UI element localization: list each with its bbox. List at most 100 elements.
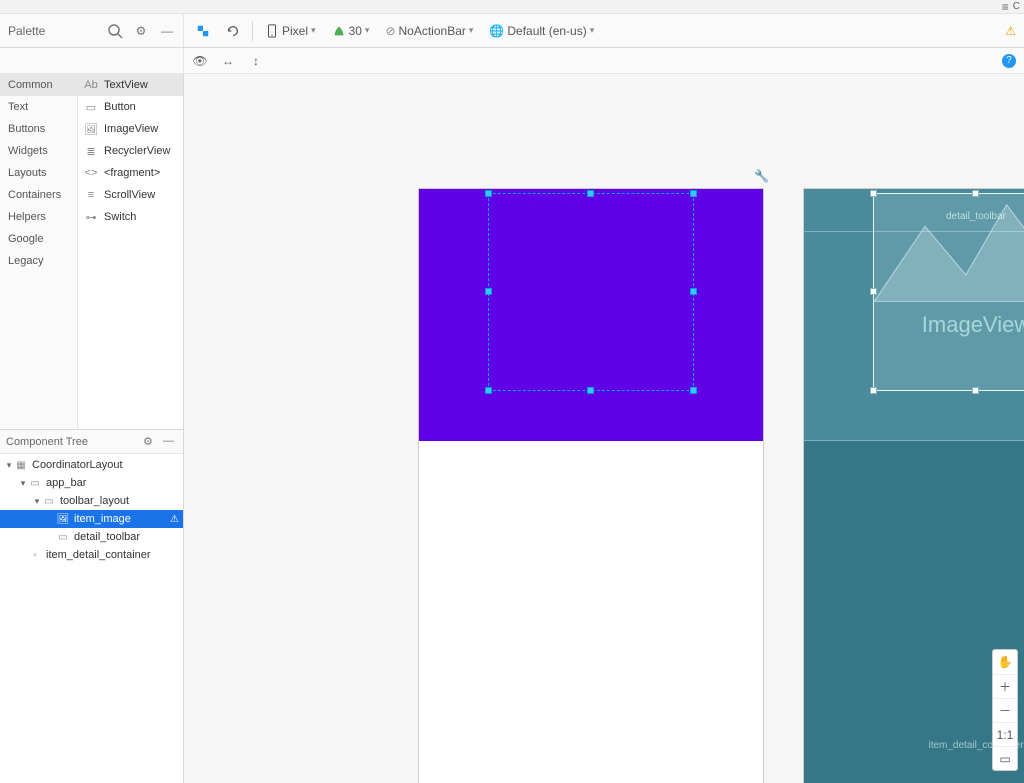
frame-icon: ▫ bbox=[28, 548, 42, 562]
palette-title: Palette bbox=[8, 24, 97, 38]
palette-panel: CommonTextButtonsWidgetsLayoutsContainer… bbox=[0, 74, 183, 430]
theme-label: NoActionBar bbox=[399, 24, 466, 38]
locale-label: Default (en-us) bbox=[507, 24, 586, 38]
palette-category-text[interactable]: Text bbox=[0, 96, 77, 118]
img-icon: 🖼 bbox=[84, 122, 98, 136]
resize-handle[interactable] bbox=[690, 387, 697, 394]
gear-icon[interactable]: ⚙ bbox=[133, 23, 149, 39]
tree-title: Component Tree bbox=[6, 436, 88, 448]
view-options-bar: 👁 ↔ ↕ ? bbox=[0, 48, 1024, 74]
palette-item-textview[interactable]: AbTextView bbox=[78, 74, 183, 96]
resize-handle[interactable] bbox=[972, 387, 979, 394]
blueprint-selection[interactable]: ImageView bbox=[873, 193, 1024, 391]
appbar-region[interactable] bbox=[419, 189, 763, 441]
design-canvas[interactable]: detail_toolbar ImageView bbox=[184, 74, 1024, 783]
resize-handle[interactable] bbox=[485, 190, 492, 197]
device-picker[interactable]: Pixel ▾ bbox=[261, 22, 320, 40]
palette-category-containers[interactable]: Containers bbox=[0, 184, 77, 206]
blueprint-surface[interactable]: detail_toolbar ImageView bbox=[804, 189, 1024, 783]
switch-icon: ⊶ bbox=[84, 210, 98, 224]
palette-item-label: RecyclerView bbox=[104, 145, 170, 157]
tree-node-label: CoordinatorLayout bbox=[32, 459, 123, 471]
resize-handle[interactable] bbox=[870, 288, 877, 295]
selection-item-image[interactable] bbox=[488, 193, 694, 391]
palette-item-imageview[interactable]: 🖼 ImageView bbox=[78, 118, 183, 140]
expand-arrow-icon[interactable]: ▾ bbox=[32, 496, 42, 507]
toolbar-icon: ▭ bbox=[42, 494, 56, 508]
collapse-icon[interactable]: — bbox=[163, 435, 177, 449]
palette-category-layouts[interactable]: Layouts bbox=[0, 162, 77, 184]
list-icon: ≣ bbox=[84, 144, 98, 158]
tree-node-detail_toolbar[interactable]: ▭detail_toolbar bbox=[0, 528, 183, 546]
palette-category-buttons[interactable]: Buttons bbox=[0, 118, 77, 140]
palette-categories: CommonTextButtonsWidgetsLayoutsContainer… bbox=[0, 74, 78, 429]
separator bbox=[252, 21, 253, 41]
palette-category-helpers[interactable]: Helpers bbox=[0, 206, 77, 228]
palette-item-label: ImageView bbox=[104, 123, 158, 135]
pan-icon[interactable]: ✋ bbox=[993, 650, 1017, 674]
palette-item-fragment[interactable]: <><fragment> bbox=[78, 162, 183, 184]
palette-category-legacy[interactable]: Legacy bbox=[0, 250, 77, 272]
resize-handle[interactable] bbox=[485, 288, 492, 295]
resize-handle[interactable] bbox=[870, 387, 877, 394]
imageview-label: ImageView bbox=[874, 312, 1024, 338]
warning-icon[interactable]: ⚠ bbox=[170, 514, 179, 525]
resize-handle[interactable] bbox=[690, 190, 697, 197]
globe-icon: 🌐 bbox=[489, 24, 504, 38]
resize-handle[interactable] bbox=[690, 288, 697, 295]
component-tree-header: Component Tree ⚙ — bbox=[0, 430, 183, 454]
zoom-1to1-button[interactable]: 1:1 bbox=[993, 722, 1017, 746]
img-icon: 🖼 bbox=[56, 512, 70, 526]
palette-item-scrollview[interactable]: ≡ScrollView bbox=[78, 184, 183, 206]
orientation-toggle[interactable] bbox=[222, 22, 244, 40]
tree-node-item_detail_container[interactable]: ▫item_detail_container bbox=[0, 546, 183, 564]
tree-node-coordinatorlayout[interactable]: ▾▦ CoordinatorLayout bbox=[0, 456, 183, 474]
resize-handle[interactable] bbox=[485, 387, 492, 394]
tree-node-item_image[interactable]: 🖼 item_image ⚠ bbox=[0, 510, 183, 528]
frag-icon: <> bbox=[84, 166, 98, 180]
palette-category-google[interactable]: Google bbox=[0, 228, 77, 250]
chevron-down-icon: ▾ bbox=[469, 25, 474, 36]
resize-handle[interactable] bbox=[870, 190, 877, 197]
zoom-in-button[interactable]: ＋ bbox=[993, 674, 1017, 698]
resize-handle[interactable] bbox=[972, 190, 979, 197]
search-icon[interactable] bbox=[107, 23, 123, 39]
expand-arrow-icon[interactable]: ▾ bbox=[4, 460, 14, 471]
device-label: Pixel bbox=[282, 24, 308, 38]
tree-node-app_bar[interactable]: ▾▭app_bar bbox=[0, 474, 183, 492]
warnings-icon[interactable]: ⚠ bbox=[1005, 24, 1016, 38]
autoconnect-icon[interactable]: ↔ bbox=[220, 53, 236, 69]
resize-handle[interactable] bbox=[587, 190, 594, 197]
palette-item-button[interactable]: ▭Button bbox=[78, 96, 183, 118]
collapse-icon[interactable]: — bbox=[159, 23, 175, 39]
zoom-out-button[interactable]: － bbox=[993, 698, 1017, 722]
locale-picker[interactable]: 🌐 Default (en-us) ▾ bbox=[485, 22, 598, 40]
zoom-fit-button[interactable]: ▭ bbox=[993, 746, 1017, 770]
visibility-icon[interactable]: 👁 bbox=[192, 53, 208, 69]
palette-items: AbTextView▭Button 🖼 ImageView ≣ RecyclerView… bbox=[78, 74, 183, 429]
design-surface-toggle[interactable] bbox=[192, 22, 214, 40]
wrench-icon[interactable]: 🔧 bbox=[754, 169, 769, 183]
hamburger-icon[interactable]: ≡ bbox=[1002, 0, 1009, 14]
scroll-icon: ≡ bbox=[84, 188, 98, 202]
tree-node-label: item_image bbox=[74, 513, 131, 525]
design-surface[interactable] bbox=[419, 189, 763, 783]
tree-node-label: toolbar_layout bbox=[60, 495, 129, 507]
theme-picker[interactable]: ⊘ NoActionBar ▾ bbox=[381, 22, 477, 40]
blueprint-appbar[interactable]: detail_toolbar ImageView bbox=[804, 189, 1024, 441]
tree-node-toolbar_layout[interactable]: ▾▭ toolbar_layout bbox=[0, 492, 183, 510]
resize-handle[interactable] bbox=[587, 387, 594, 394]
help-icon[interactable]: ? bbox=[1002, 54, 1016, 68]
palette-item-recyclerview[interactable]: ≣ RecyclerView bbox=[78, 140, 183, 162]
component-tree: ▾▦CoordinatorLayout▾▭app_bar▾▭toolbar_la… bbox=[0, 454, 183, 783]
default-margins-icon[interactable]: ↕ bbox=[248, 53, 264, 69]
coord-icon: ▦ bbox=[14, 458, 28, 472]
menu-letter: C bbox=[1013, 1, 1020, 12]
expand-arrow-icon[interactable]: ▾ bbox=[18, 478, 28, 489]
blueprint-container-label: item_detail_container bbox=[804, 740, 1024, 751]
palette-item-switch[interactable]: ⊶Switch bbox=[78, 206, 183, 228]
palette-category-common[interactable]: Common bbox=[0, 74, 77, 96]
palette-category-widgets[interactable]: Widgets bbox=[0, 140, 77, 162]
gear-icon[interactable]: ⚙ bbox=[143, 435, 157, 449]
api-picker[interactable]: 30 ▾ bbox=[328, 22, 374, 40]
